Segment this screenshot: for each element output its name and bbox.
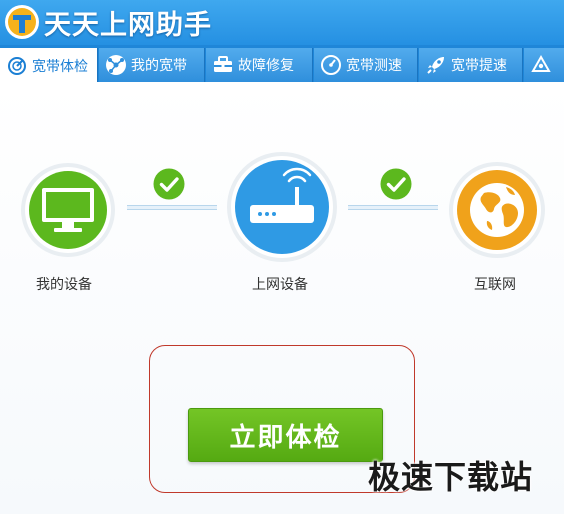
toolbox-icon [212,54,234,76]
connector-line [348,205,438,210]
my-device-label: 我的设备 [36,277,92,293]
watermark-text: 极速下载站 [368,458,534,496]
check-icon [153,168,185,200]
network-icon [105,54,127,76]
tab-label: 宽带体检 [32,58,88,75]
tab-label: 宽带提速 [451,58,507,74]
my-device-node [21,163,115,257]
app-title: 天天上网助手 [44,10,212,41]
tab-label: 宽带测速 [346,58,402,74]
main-tabs: 宽带体检 我的宽带 故障修复 宽带测速 宽带提速 [0,45,564,83]
globe-icon [470,183,524,237]
check-now-button[interactable]: 立即体检 [188,408,383,462]
tab-broadband-check[interactable]: 宽带体检 [0,48,98,83]
tab-label: 故障修复 [238,58,294,74]
connector-line [127,205,217,210]
app-logo-icon [5,5,39,39]
tab-speed-test[interactable]: 宽带测速 [314,48,418,82]
tab-fault-repair[interactable]: 故障修复 [206,48,313,82]
check-icon [380,168,412,200]
internet-label: 互联网 [474,277,516,293]
network-device-node [227,152,337,262]
tab-my-broadband[interactable]: 我的宽带 [99,48,205,82]
network-device-label: 上网设备 [252,277,308,293]
tab-more[interactable] [524,48,564,82]
internet-node [449,162,545,258]
app-header: 天天上网助手 [0,0,564,45]
tab-speed-boost[interactable]: 宽带提速 [419,48,523,82]
radar-icon [6,55,28,77]
more-icon [530,54,552,76]
tab-label: 我的宽带 [131,58,187,74]
rocket-icon [425,54,447,76]
speedometer-icon [320,54,342,76]
